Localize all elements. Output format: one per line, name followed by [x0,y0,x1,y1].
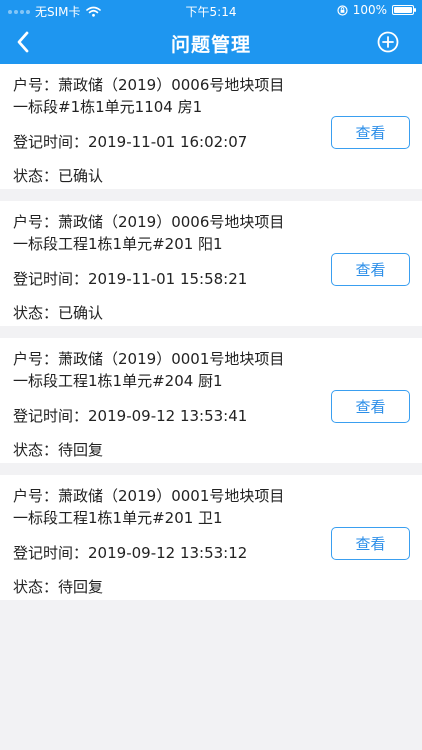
status-value: 已确认 [58,304,104,322]
issue-card: 户号：萧政储（2019）0006号地块项目 一标段工程1栋1单元#201 阳1 … [0,201,422,326]
register-time-value: 2019-09-12 13:53:41 [88,407,248,425]
house-number: 萧政储（2019）0006号地块项目 [58,76,285,94]
register-time-label: 登记时间： [13,544,89,562]
register-time: 登记时间：2019-11-01 16:02:07 [13,131,247,152]
view-button[interactable]: 查看 [331,390,410,423]
status-label: 状态： [13,167,59,185]
register-time: 登记时间：2019-09-12 13:53:41 [13,405,247,426]
status-row: 状态：待回复 [13,439,103,460]
house-number: 萧政储（2019）0001号地块项目 [58,487,285,505]
status-label: 状态： [13,304,59,322]
status-right: 100% [337,3,416,17]
view-button[interactable]: 查看 [331,253,410,286]
house-line-2: 一标段工程1栋1单元#201 阳1 [13,235,223,253]
page-title: 问题管理 [170,34,251,56]
status-value: 待回复 [58,441,104,459]
status-row: 状态：已确认 [13,165,103,186]
view-button[interactable]: 查看 [331,527,410,560]
orientation-lock-icon [337,4,348,16]
status-bar: 无SIM卡 下午5:14 100% [0,0,422,20]
house-label: 户号： [13,350,59,368]
issue-card: 户号：萧政储（2019）0001号地块项目 一标段工程1栋1单元#201 卫1 … [0,475,422,600]
nav-bar: 问题管理 [0,20,422,64]
issue-list: 户号：萧政储（2019）0006号地块项目 一标段#1栋1单元1104 房1 登… [0,64,422,612]
house-number: 萧政储（2019）0001号地块项目 [58,350,285,368]
register-time: 登记时间：2019-11-01 15:58:21 [13,268,247,289]
house-line-1: 户号：萧政储（2019）0006号地块项目 [13,74,284,95]
register-time: 登记时间：2019-09-12 13:53:12 [13,542,247,563]
house-number: 萧政储（2019）0006号地块项目 [58,213,285,231]
house-label: 户号： [13,76,59,94]
house-label: 户号： [13,487,59,505]
status-row: 状态：已确认 [13,302,103,323]
register-time-label: 登记时间： [13,270,89,288]
house-line-1: 户号：萧政储（2019）0001号地块项目 [13,348,284,369]
add-button[interactable] [376,30,400,54]
register-time-value: 2019-09-12 13:53:12 [88,544,248,562]
house-line-2: 一标段#1栋1单元1104 房1 [13,98,203,116]
plus-circle-icon [377,31,399,53]
house-line-2: 一标段工程1栋1单元#204 厨1 [13,372,223,390]
battery-text: 100% [352,3,387,17]
status-row: 状态：待回复 [13,576,103,597]
house-line-2: 一标段工程1栋1单元#201 卫1 [13,509,223,527]
house-line-1: 户号：萧政储（2019）0001号地块项目 [13,485,284,506]
status-value: 已确认 [58,167,104,185]
house-label: 户号： [13,213,59,231]
header: 无SIM卡 下午5:14 100% 问题管理 [0,0,422,64]
issue-card: 户号：萧政储（2019）0006号地块项目 一标段#1栋1单元1104 房1 登… [0,64,422,189]
status-value: 待回复 [58,578,104,596]
house-line-1: 户号：萧政储（2019）0006号地块项目 [13,211,284,232]
battery-fill [394,7,412,13]
register-time-value: 2019-11-01 15:58:21 [88,270,248,288]
register-time-value: 2019-11-01 16:02:07 [88,133,248,151]
register-time-label: 登记时间： [13,133,89,151]
battery-icon [392,5,416,15]
status-label: 状态： [13,578,59,596]
register-time-label: 登记时间： [13,407,89,425]
issue-card: 户号：萧政储（2019）0001号地块项目 一标段工程1栋1单元#204 厨1 … [0,338,422,463]
status-label: 状态： [13,441,59,459]
view-button[interactable]: 查看 [331,116,410,149]
